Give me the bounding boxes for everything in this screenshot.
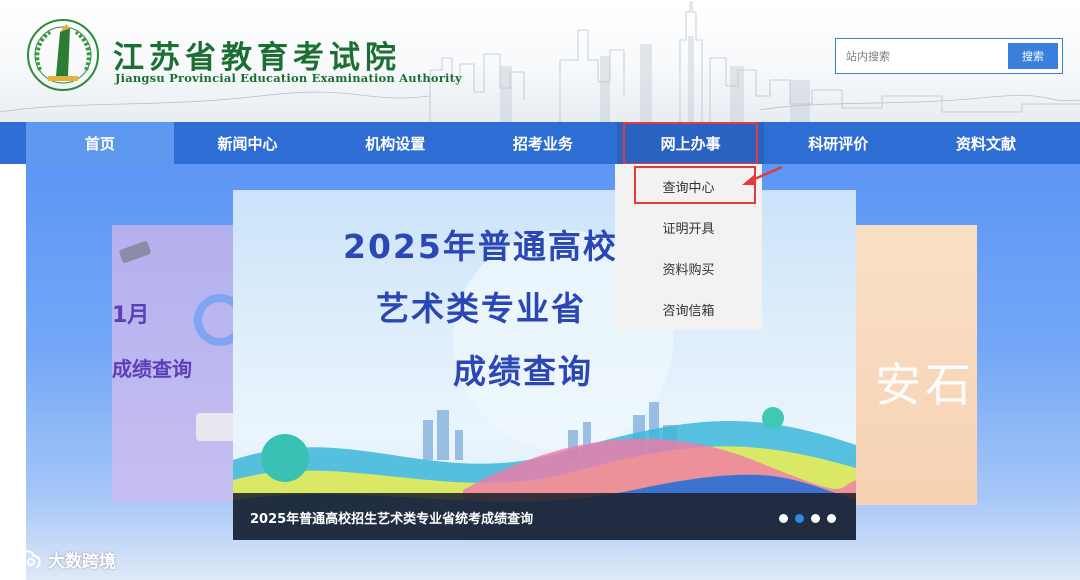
nav-item-news[interactable]: 新闻中心	[174, 122, 322, 164]
slide-title-line-1: 2025年普通高校	[343, 227, 618, 266]
dropdown-item-certificate[interactable]: 证明开具	[615, 213, 762, 241]
search-button[interactable]: 搜索	[1008, 43, 1058, 69]
slide-dot-4[interactable]	[827, 514, 836, 523]
watermark-logo-icon	[10, 549, 41, 569]
dropdown-item-purchase[interactable]: 资料购买	[615, 254, 762, 282]
watermark: 大数跨境	[8, 547, 116, 572]
left-card-date: 1月	[112, 303, 150, 328]
slide-dot-1[interactable]	[779, 514, 788, 523]
nav-item-organization[interactable]: 机构设置	[321, 122, 469, 164]
site-header: 江苏省教育考试院 Jiangsu Provincial Education Ex…	[0, 0, 1080, 122]
dropdown-item-mailbox[interactable]: 咨询信箱	[615, 295, 762, 323]
watermark-text: 大数跨境	[48, 552, 116, 572]
online-services-dropdown: 查询中心 证明开具 资料购买 咨询信箱	[615, 164, 762, 330]
slide-dot-3[interactable]	[811, 514, 820, 523]
main-nav: 首页 新闻中心 机构设置 招考业务 网上办事 科研评价 资料文献	[0, 122, 1080, 165]
nav-item-online-services[interactable]: 网上办事	[616, 122, 765, 165]
banner-slide[interactable]: 2025年普通高校 艺术类专业省 成绩查询 2025年普通高校招生艺术类专业省统…	[233, 190, 856, 540]
slide-dot-2[interactable]	[795, 514, 804, 523]
search-box: 搜索	[835, 38, 1063, 74]
banner-side-card-right[interactable]: 安石	[855, 225, 977, 505]
nav-item-home[interactable]: 首页	[26, 122, 174, 164]
authority-logo	[27, 19, 99, 91]
nav-item-research[interactable]: 科研评价	[764, 122, 912, 164]
red-arrow-annotation-icon	[742, 165, 783, 185]
site-subtitle: Jiangsu Provincial Education Examination…	[115, 71, 463, 85]
slide-caption-bar: 2025年普通高校招生艺术类专业省统考成绩查询	[233, 493, 856, 540]
nav-item-admissions[interactable]: 招考业务	[469, 122, 617, 164]
slide-title-line-3: 成绩查询	[453, 352, 593, 391]
right-card-text: 安石	[875, 358, 975, 412]
left-card-text: 成绩查询	[112, 357, 192, 381]
slide-pagination	[779, 514, 836, 523]
slide-caption[interactable]: 2025年普通高校招生艺术类专业省统考成绩查询	[250, 508, 533, 527]
search-input[interactable]	[840, 43, 1000, 69]
banner-side-card-left[interactable]: 1月 成绩查询	[112, 225, 237, 502]
nav-item-documents[interactable]: 资料文献	[912, 122, 1060, 164]
